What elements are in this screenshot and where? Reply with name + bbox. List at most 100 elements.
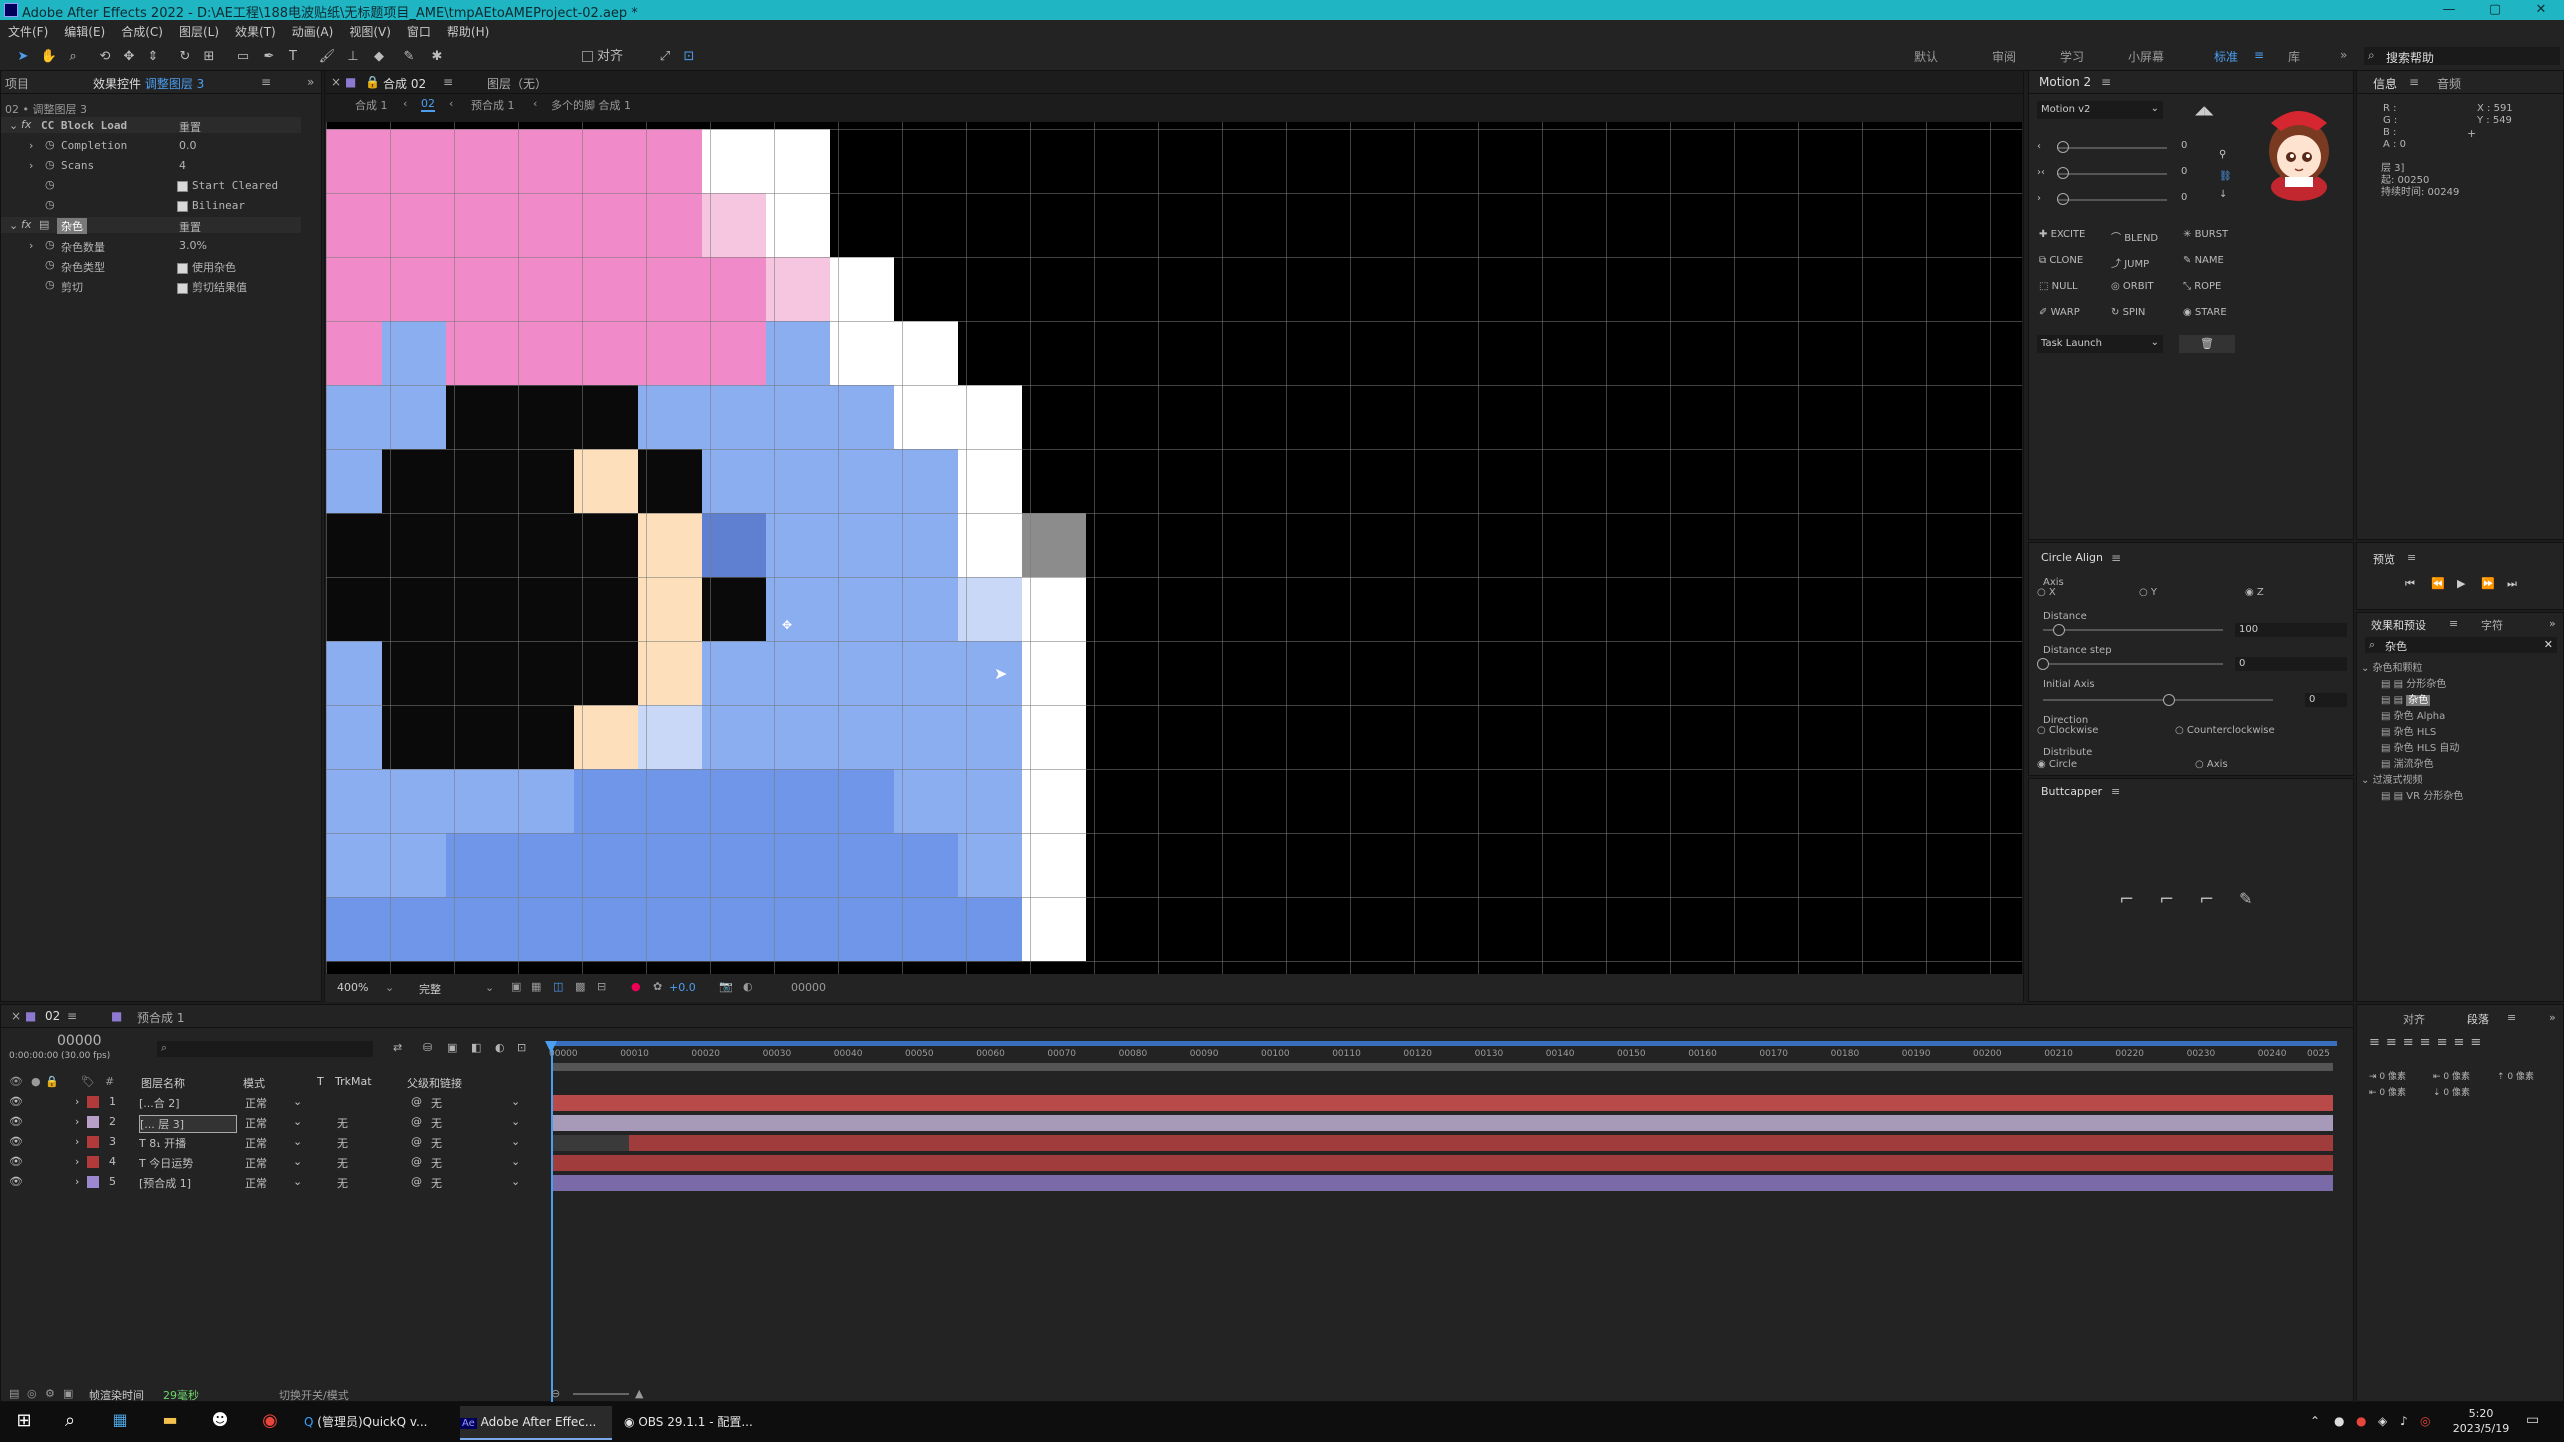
expand-arrow-icon[interactable]: ⌄	[9, 219, 18, 232]
exposure-icon[interactable]: ✿	[653, 980, 662, 993]
space-after[interactable]: ⇣ 0 像素	[2433, 1085, 2470, 1098]
panel-menu-icon[interactable]: ≡	[2449, 617, 2458, 630]
text-tool-icon[interactable]: T	[284, 48, 302, 66]
clear-search-icon[interactable]: ✕	[2544, 638, 2553, 651]
expand-icon[interactable]: ›	[75, 1135, 79, 1148]
distance-step-slider[interactable]	[2043, 663, 2223, 665]
transparency-grid-icon[interactable]: ▦	[531, 980, 541, 993]
effects-search[interactable]: ⌕ 杂色 ✕	[2365, 637, 2557, 653]
anchor-tool-icon[interactable]: ⊞	[200, 48, 218, 66]
orbit-button[interactable]: ◎ ORBIT	[2111, 281, 2154, 292]
selection-tool-icon[interactable]: ➤	[14, 48, 32, 66]
panel-menu-icon[interactable]: ≡	[2111, 551, 2121, 565]
time-ruler[interactable]: 00000 00010 00020 00030 00040 00050 00060 00070…	[549, 1041, 2339, 1063]
layer-row[interactable]: 👁 › 4 T 今日运势 正常 ⌄ 无 @ 无 ⌄	[1, 1153, 547, 1173]
workspace-review[interactable]: 审阅	[1992, 48, 2016, 65]
group-noise-grain[interactable]: ⌄ 杂色和颗粒	[2361, 659, 2423, 674]
fx-icon[interactable]: fx	[21, 218, 31, 231]
menu-view[interactable]: 视图(V)	[341, 20, 399, 44]
composition-viewer[interactable]: ✥ ➤	[326, 122, 2022, 974]
rotate-tool-icon[interactable]: ↻	[176, 48, 194, 66]
hand-tool-icon[interactable]: ✋	[40, 48, 58, 66]
layer-mode-dropdown[interactable]: 正常	[245, 1115, 267, 1131]
layer-trkmat-dropdown[interactable]: 无	[337, 1115, 348, 1131]
layer-trkmat-dropdown[interactable]: 无	[337, 1155, 348, 1171]
clockwise-radio[interactable]: ○ Clockwise	[2037, 725, 2098, 736]
panel-menu-icon[interactable]: ≡	[2409, 75, 2419, 89]
puppet-tool-icon[interactable]: ✱	[428, 48, 446, 66]
axis-y-radio[interactable]: ○ Y	[2139, 587, 2157, 598]
indent-right[interactable]: ⇤ 0 像素	[2369, 1085, 2406, 1098]
mask-visibility-icon[interactable]: ◫	[553, 980, 563, 993]
burst-button[interactable]: ✳ BURST	[2183, 229, 2228, 240]
panel-overflow-icon[interactable]: »	[2549, 1011, 2556, 1024]
file-explorer-icon[interactable]: ▬	[158, 1410, 182, 1434]
layer-label-color[interactable]	[87, 1176, 99, 1188]
workspace-menu-icon[interactable]: ≡	[2254, 48, 2264, 62]
prop-noise-amount-value[interactable]: 3.0%	[179, 239, 207, 252]
distance-step-handle[interactable]	[2037, 658, 2049, 670]
work-area-bar[interactable]	[549, 1041, 2337, 1046]
overflow-icon[interactable]: »	[2340, 48, 2347, 62]
chrome-icon[interactable]: ◉	[258, 1410, 282, 1434]
menu-edit[interactable]: 编辑(E)	[56, 20, 113, 44]
zoom-out-icon[interactable]: ⊖	[551, 1387, 560, 1400]
panel-menu-icon[interactable]: ≡	[2407, 551, 2416, 564]
lock-icon[interactable]: 🔒	[365, 75, 380, 89]
taskbar-after-effects[interactable]: Ae Adobe After Effec...	[460, 1406, 612, 1440]
tray-antivirus-icon[interactable]: ◎	[2420, 1414, 2430, 1428]
help-search-input[interactable]: 搜索帮助	[2386, 49, 2434, 66]
prop-scans-value[interactable]: 4	[179, 159, 186, 172]
notification-icon[interactable]: ▭	[2526, 1412, 2539, 1428]
breadcrumb-precomp1[interactable]: 预合成 1	[471, 97, 515, 113]
layer-row[interactable]: 👁 › 1 [...合 2] 正常 ⌄ @ 无 ⌄	[1, 1093, 547, 1113]
initial-axis-input[interactable]: 0	[2305, 693, 2347, 707]
parent-header[interactable]: 父级和链接	[407, 1075, 462, 1091]
tab-character[interactable]: 字符	[2481, 617, 2503, 633]
arrow-down-icon[interactable]: ↓	[2219, 189, 2227, 200]
stopwatch-icon[interactable]: ◷	[45, 258, 55, 271]
panel-menu-icon[interactable]: ≡	[2111, 785, 2120, 798]
tab-project[interactable]: 项目	[5, 75, 29, 92]
effect-item[interactable]: ▤ 杂色 HLS	[2381, 723, 2436, 738]
visibility-eye-icon[interactable]: 👁	[9, 1175, 23, 1188]
workspace-library[interactable]: 库	[2288, 48, 2300, 65]
rectangle-tool-icon[interactable]: ▭	[234, 48, 252, 66]
panel-menu-icon[interactable]: ≡	[2507, 1011, 2516, 1024]
indent-left[interactable]: ⇥ 0 像素	[2369, 1069, 2406, 1082]
exposure-value[interactable]: +0.0	[669, 981, 696, 994]
panel-overflow-icon[interactable]: »	[307, 75, 314, 89]
workspace-small-screen[interactable]: 小屏幕	[2128, 48, 2164, 65]
menu-window[interactable]: 窗口	[399, 20, 439, 44]
distance-slider[interactable]	[2043, 629, 2223, 631]
orbit-tool-icon[interactable]: ⟲	[96, 48, 114, 66]
counterclockwise-radio[interactable]: ○ Counterclockwise	[2175, 725, 2275, 736]
effect-item[interactable]: ▤ 杂色 HLS 自动	[2381, 739, 2459, 754]
slider-value-2[interactable]: 0	[2181, 166, 2187, 177]
name-button[interactable]: ✎ NAME	[2183, 255, 2224, 266]
first-frame-icon[interactable]: ⏮	[2405, 577, 2415, 591]
shy-icon[interactable]: ▣	[447, 1041, 457, 1054]
distance-input[interactable]: 100	[2235, 623, 2347, 637]
link-icon[interactable]: ⛓	[2219, 171, 2232, 182]
distribute-axis-radio[interactable]: ○ Axis	[2195, 759, 2228, 770]
cap-square-icon[interactable]: ⌐	[2199, 889, 2214, 910]
qq-icon[interactable]: ☻	[208, 1410, 232, 1434]
minimize-button[interactable]: —	[2426, 0, 2472, 20]
slider-value-1[interactable]: 0	[2181, 140, 2187, 151]
current-timecode[interactable]: 00000	[57, 1033, 102, 1049]
group-transition[interactable]: ⌄ 过渡式视频	[2361, 771, 2423, 786]
pickwhip-icon[interactable]: @	[411, 1175, 422, 1188]
layer-row[interactable]: 👁 › 3 T 8₁ 开播 正常 ⌄ 无 @ 无 ⌄	[1, 1133, 547, 1153]
toggle-modes-icon[interactable]: ◎	[27, 1387, 37, 1400]
toggle-switches-modes[interactable]: 切换开关/模式	[279, 1387, 349, 1403]
timecode-display[interactable]: 00000	[791, 981, 826, 994]
slider-handle-2[interactable]	[2057, 167, 2069, 179]
warp-button[interactable]: ✐ WARP	[2039, 307, 2080, 318]
layer-parent-dropdown[interactable]: 无	[431, 1155, 442, 1171]
stopwatch-icon[interactable]: ◷	[45, 138, 55, 151]
layer-name[interactable]: T 今日运势	[139, 1155, 235, 1171]
initial-axis-slider[interactable]	[2043, 699, 2273, 701]
region-of-interest-icon[interactable]: ▣	[511, 980, 521, 993]
visibility-eye-icon[interactable]: 👁	[9, 1155, 23, 1168]
